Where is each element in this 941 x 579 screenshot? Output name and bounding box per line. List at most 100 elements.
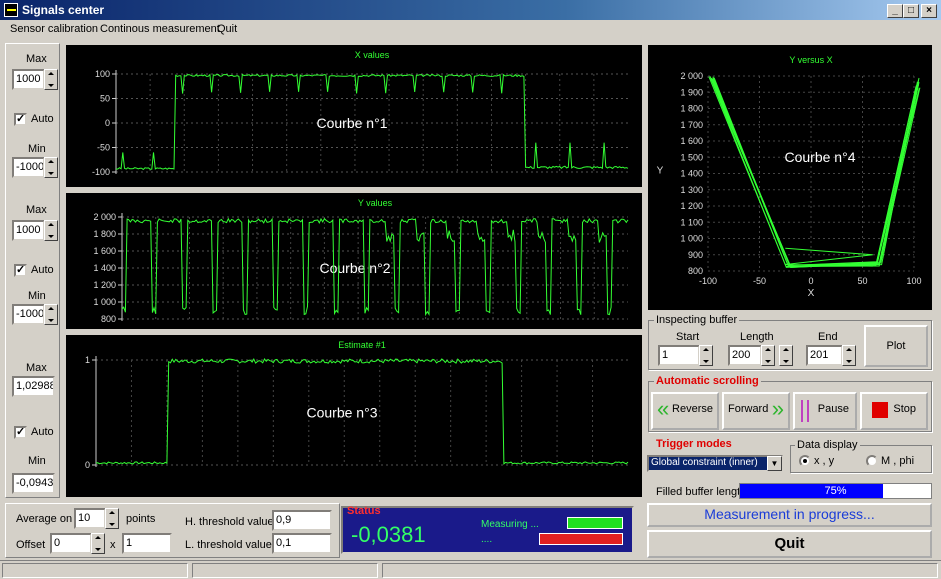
auto-checkbox-1[interactable]: ✓ (14, 113, 27, 126)
y-tick-label: 800 (688, 266, 703, 276)
chevron-down-icon[interactable]: ▼ (767, 456, 782, 471)
y-tick-label: 1 700 (680, 120, 703, 130)
reverse-label: Reverse (672, 403, 713, 415)
y-axis-label: Y (657, 166, 664, 177)
stop-icon (872, 402, 888, 418)
close-button[interactable]: × (921, 4, 937, 18)
forward-label: Forward (728, 403, 769, 415)
y-tick-label: 1 400 (93, 263, 116, 273)
min-spinner-1[interactable] (44, 157, 58, 178)
max-spinner-2[interactable] (44, 220, 58, 241)
average-spinner[interactable] (105, 508, 119, 529)
min-input-2[interactable]: -1000 (12, 304, 45, 325)
pause-button[interactable]: Pause (793, 392, 857, 430)
measurement-status-button[interactable]: Measurement in progress... (647, 503, 932, 527)
max-input-3[interactable]: 1,02988 (12, 376, 55, 397)
menu-quit[interactable]: Quit (217, 23, 237, 35)
y-tick-label: 1 200 (680, 201, 703, 211)
y-values-chart: Y values 2 000 1 800 1 600 1 400 1 200 1 000 80… (93, 198, 629, 324)
y-versus-x-chart: Y versus X 2 000 1 900 1 800 1 700 1 600 1 500… (657, 55, 922, 299)
curve-annotation: Courbe n°4 (785, 149, 856, 165)
average-input[interactable]: 10 (74, 508, 106, 529)
l-threshold-label: L. threshold value (185, 539, 272, 551)
menu-bar: Sensor calibration Continous measurement… (0, 20, 941, 38)
y-tick-label: 1 800 (93, 229, 116, 239)
stop-label: Stop (893, 403, 916, 415)
x-tick-label: 50 (857, 276, 867, 286)
length-input[interactable]: 200 (728, 345, 762, 366)
measuring-indicator-green (567, 517, 623, 529)
y-tick-label: 0 (85, 460, 90, 470)
offset-label: Offset (16, 539, 46, 551)
pause-label: Pause (817, 403, 849, 415)
min-input-3[interactable]: -0,0943 (12, 473, 55, 494)
y-tick-label: 0 (105, 118, 110, 128)
status-panel: Status -0,0381 Measuring ... .... (341, 505, 634, 554)
trigger-mode-value: Global constraint (inner) (649, 457, 767, 470)
curve-annotation: Courbe n°2 (320, 260, 391, 276)
automatic-scrolling-legend: Automatic scrolling (654, 375, 761, 387)
x-axis-label: X (808, 288, 815, 299)
curve-annotation: Courbe n°3 (307, 405, 378, 421)
max-input-2[interactable]: 1000 (12, 220, 45, 241)
trigger-mode-select[interactable]: Global constraint (inner) ▼ (647, 455, 783, 472)
start-input[interactable]: 1 (658, 345, 700, 366)
auto-checkbox-2[interactable]: ✓ (14, 264, 27, 277)
inspecting-buffer-legend: Inspecting buffer (654, 314, 740, 326)
trigger-modes-label: Trigger modes (656, 438, 732, 450)
average-on-label: Average on (16, 513, 73, 525)
offset-input[interactable]: 0 (50, 533, 92, 554)
min-label-2: Min (28, 290, 46, 302)
plot-y-versus-x: Y versus X 2 000 1 900 1 800 1 700 1 600 1 500… (648, 45, 932, 310)
y-tick-label: 1 200 (93, 280, 116, 290)
stop-button[interactable]: Stop (860, 392, 928, 430)
radio-m-phi[interactable] (866, 455, 878, 467)
end-spinner[interactable] (842, 345, 856, 366)
y-tick-label: 50 (100, 94, 110, 104)
curve-annotation: Courbe n°1 (317, 115, 388, 131)
scale-panel: Max 1000 ✓ Auto Min -1000 Max 1000 ✓ Aut… (5, 43, 60, 498)
status-sub-label: .... (481, 534, 493, 545)
l-threshold-input[interactable]: 0,1 (272, 533, 332, 554)
menu-sensor-calibration[interactable]: Sensor calibration (10, 23, 98, 35)
min-spinner-2[interactable] (44, 304, 58, 325)
max-label-1: Max (26, 53, 47, 65)
status-bar (0, 560, 941, 579)
length-spinner-a[interactable] (761, 345, 775, 366)
offset-spinner[interactable] (91, 533, 105, 554)
h-threshold-input[interactable]: 0,9 (272, 510, 332, 531)
plot-x-values: X values 100 50 0 -50 -100 Courbe n°1 (66, 45, 642, 187)
radio-xy[interactable] (799, 455, 811, 467)
chart-title: Y values (358, 198, 393, 208)
y-tick-label: 1 300 (680, 185, 703, 195)
y-tick-label: 100 (95, 69, 110, 79)
max-input-1[interactable]: 1000 (12, 69, 45, 90)
status-bar-cell-1 (2, 563, 188, 578)
y-tick-label: 1 100 (680, 217, 703, 227)
quit-button[interactable]: Quit (647, 530, 932, 558)
maximize-button[interactable]: □ (903, 4, 919, 18)
y-vs-x-trace (712, 78, 920, 266)
minimize-button[interactable]: _ (887, 4, 903, 18)
pause-icon (801, 400, 809, 422)
double-chevron-right-icon: » (771, 396, 784, 421)
max-spinner-1[interactable] (44, 69, 58, 90)
start-spinner[interactable] (699, 345, 713, 366)
length-spinner-b[interactable] (779, 345, 793, 366)
menu-continous-measurement[interactable]: Continous measurement (100, 23, 220, 35)
min-label-3: Min (28, 455, 46, 467)
reverse-button[interactable]: « Reverse (651, 392, 719, 430)
auto-checkbox-3[interactable]: ✓ (14, 426, 27, 439)
forward-button[interactable]: Forward » (722, 392, 790, 430)
min-input-1[interactable]: -1000 (12, 157, 45, 178)
end-input[interactable]: 201 (806, 345, 843, 366)
y-tick-label: 800 (101, 314, 116, 324)
plot-button[interactable]: Plot (864, 325, 928, 367)
factor-input[interactable]: 1 (122, 533, 172, 554)
y-tick-label: 1 000 (93, 297, 116, 307)
auto-label-2: Auto (31, 264, 54, 276)
y-tick-label: 1 (85, 355, 90, 365)
chart-title: Estimate #1 (338, 340, 386, 350)
y-tick-label: 900 (688, 250, 703, 260)
title-bar: Signals center _ □ × (0, 0, 941, 20)
